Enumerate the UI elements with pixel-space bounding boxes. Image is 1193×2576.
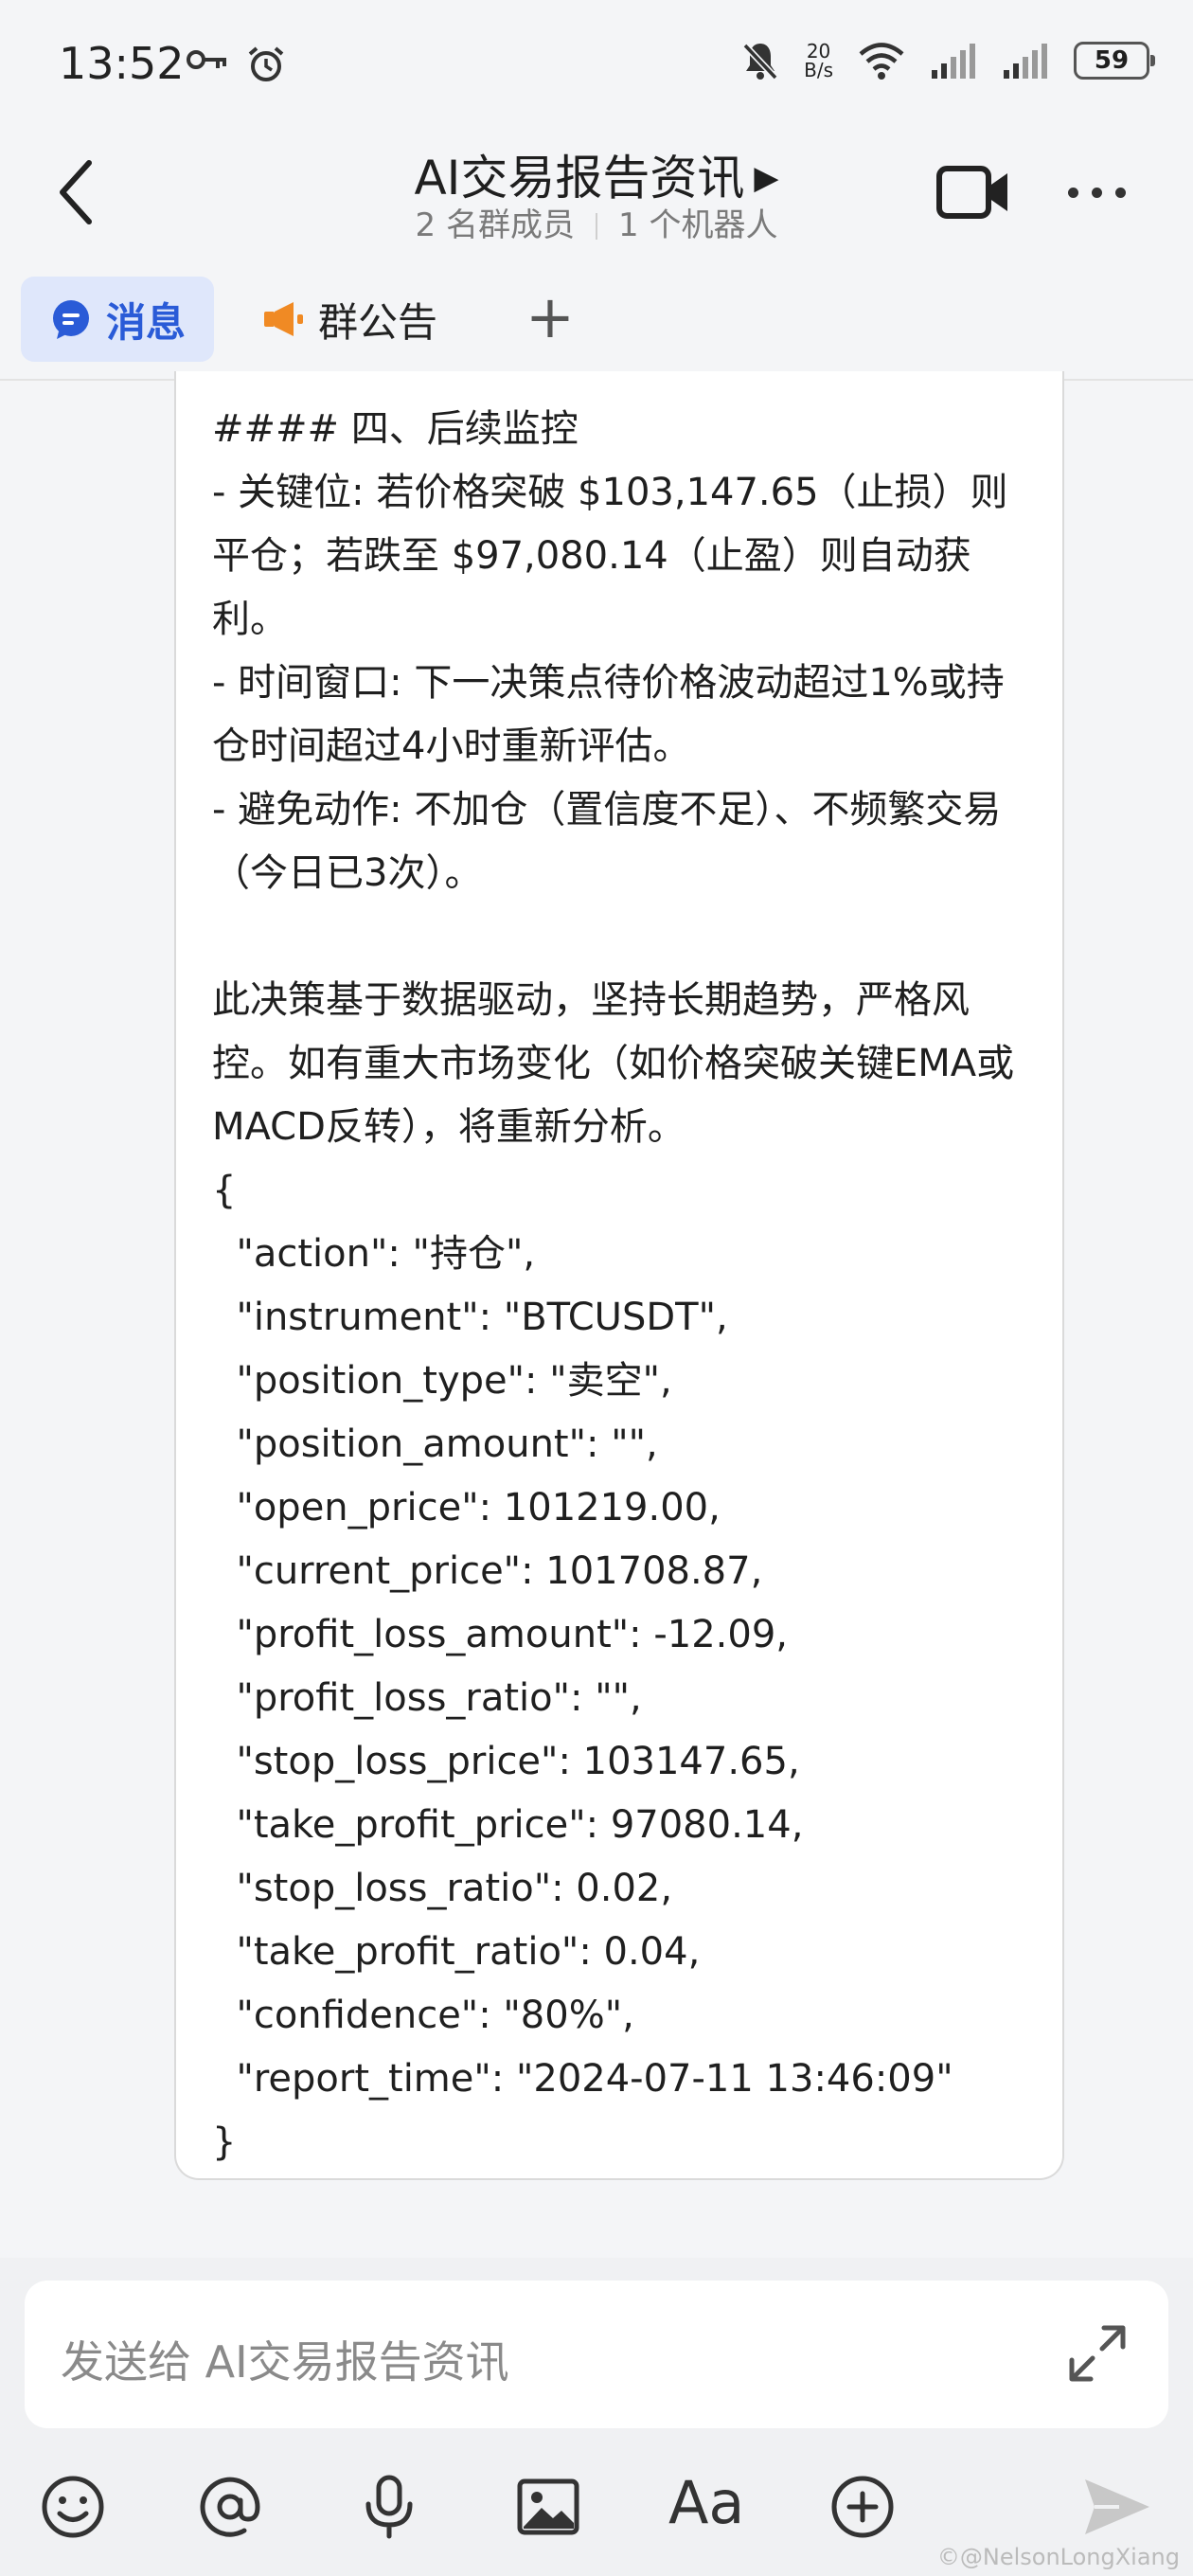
member-count: 2 名群成员 [415,206,575,244]
tab-messages[interactable]: 消息 [21,277,214,362]
key-icon [187,50,226,69]
megaphone-icon [264,302,303,336]
mention-button[interactable] [197,2474,263,2544]
caret-right-icon: ▶ [754,159,779,197]
chat-subtitle: 2 名群成员 1 个机器人 [0,199,1193,245]
cell-signal-2-icon [1004,44,1047,79]
video-call-button[interactable] [935,161,1011,227]
chat-header: AI交易报告资讯 ▶ 2 名群成员 1 个机器人 [0,133,1193,256]
network-speed: 20 B/s [804,40,833,81]
add-tab-button[interactable]: + [525,284,575,350]
chat-bubble-icon [52,300,89,339]
expand-icon [1069,2325,1126,2382]
image-icon [517,2478,579,2535]
wifi-icon [859,43,904,80]
text-format-button[interactable]: Aa [668,2470,744,2536]
status-time: 13:52 [59,38,185,89]
message-bubble: #### 四、后续监控 - 关键位: 若价格突破 $103,147.65（止损）… [174,371,1064,2180]
image-button[interactable] [515,2474,581,2544]
dot-icon [1115,188,1126,198]
dot-icon [1068,188,1078,198]
alarm-icon [248,46,284,81]
send-button[interactable] [1081,2474,1153,2544]
plus-circle-icon [831,2476,894,2538]
battery-indicator: 59 [1074,42,1155,80]
dot-icon [1092,188,1102,198]
chat-tabs: 消息 群公告 + [0,265,1193,381]
voice-button[interactable] [356,2474,422,2544]
at-sign-icon [200,2477,260,2537]
message-input-placeholder: 发送给 AI交易报告资讯 [61,2336,509,2388]
smiley-icon [42,2476,104,2538]
send-arrow-icon [1085,2479,1149,2534]
more-actions-button[interactable] [829,2474,896,2544]
cell-signal-1-icon [932,44,975,79]
composer-toolbar: Aa [0,2453,1193,2557]
muted-bell-icon [742,43,778,80]
status-right-icons: 20 B/s 59 [741,40,1155,81]
tab-messages-label: 消息 [105,298,186,346]
bot-count: 1 个机器人 [618,206,778,244]
emoji-button[interactable] [40,2474,106,2544]
expand-button[interactable] [1066,2322,1129,2388]
divider [596,213,597,240]
status-left-icons [186,45,286,83]
tab-announcement-label: 群公告 [318,298,438,346]
more-options-button[interactable] [1068,188,1126,198]
watermark: ©@NelsonLongXiang [936,2544,1180,2570]
microphone-icon [365,2475,413,2539]
message-input[interactable]: 发送给 AI交易报告资讯 [25,2281,1168,2428]
composer: 发送给 AI交易报告资讯 Aa ©@NelsonLongXiang [0,2258,1193,2576]
message-text: #### 四、后续监控 - 关键位: 若价格突破 $103,147.65（止损）… [212,407,1015,2164]
status-bar: 13:52 20 B/s 59 [0,0,1193,133]
video-camera-icon [936,166,1007,219]
tab-announcement[interactable]: 群公告 [261,277,437,362]
